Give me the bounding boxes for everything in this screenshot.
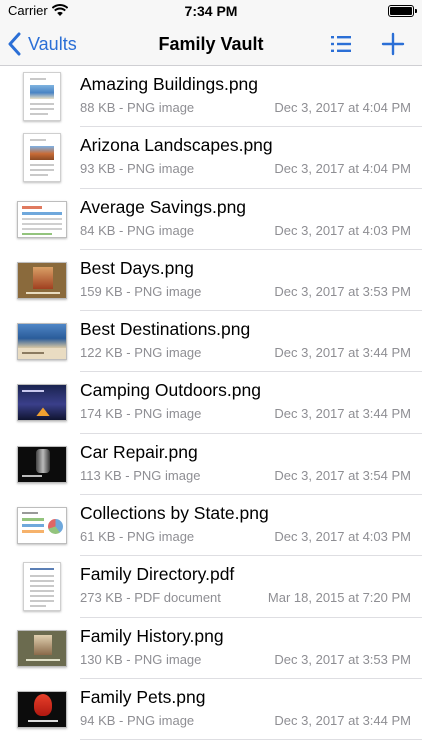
file-size-type: 84 KB - PNG image	[80, 222, 195, 238]
file-date: Dec 3, 2017 at 3:53 PM	[274, 651, 411, 667]
chart-slide-thumbnail	[16, 501, 68, 550]
file-list: Amazing Buildings.png 88 KB - PNG image …	[0, 66, 422, 750]
file-name: Amazing Buildings.png	[80, 74, 259, 94]
photo-slide-thumbnail	[16, 256, 68, 305]
pdf-document-icon	[16, 562, 68, 612]
file-row[interactable]: Best Destinations.png 122 KB - PNG image…	[0, 311, 422, 373]
document-icon	[16, 133, 68, 183]
landscape-slide-thumbnail	[16, 317, 68, 366]
file-date: Dec 3, 2017 at 4:03 PM	[274, 222, 411, 238]
file-name: Camping Outdoors.png	[80, 380, 261, 401]
file-size-type: 94 KB - PNG image	[80, 712, 195, 728]
file-row[interactable]: Car Repair.png 113 KB - PNG image Dec 3,…	[0, 434, 422, 496]
battery-icon	[388, 5, 417, 17]
file-name: Best Days.png	[80, 257, 194, 278]
list-view-icon[interactable]	[330, 33, 352, 55]
spreadsheet-thumbnail	[16, 195, 68, 244]
file-date: Dec 3, 2017 at 4:04 PM	[274, 161, 411, 177]
file-size-type: 61 KB - PNG image	[80, 529, 195, 545]
file-size-type: 113 KB - PNG image	[80, 467, 201, 483]
file-size-type: 88 KB - PNG image	[80, 100, 195, 115]
file-date: Dec 3, 2017 at 3:53 PM	[274, 283, 411, 299]
file-row[interactable]: Family Pets.png 94 KB - PNG image Dec 3,…	[0, 679, 422, 741]
file-size-type: 174 KB - PNG image	[80, 406, 202, 422]
file-name: Arizona Landscapes.png	[80, 135, 273, 156]
file-date: Dec 3, 2017 at 4:04 PM	[274, 100, 411, 115]
file-size-type: 130 KB - PNG image	[80, 651, 202, 667]
file-date: Mar 18, 2015 at 7:20 PM	[267, 590, 411, 606]
file-row[interactable]: Camping Outdoors.png 174 KB - PNG image …	[0, 372, 422, 434]
file-row[interactable]: Average Savings.png 84 KB - PNG image De…	[0, 189, 422, 250]
file-date: Dec 3, 2017 at 3:44 PM	[274, 345, 411, 361]
navigation-bar: Vaults Family Vault	[0, 22, 422, 66]
file-size-type: 159 KB - PNG image	[80, 283, 202, 299]
file-row[interactable]: Arizona Landscapes.png 93 KB - PNG image…	[0, 127, 422, 189]
dark-slide-thumbnail	[16, 440, 68, 489]
chevron-left-icon	[8, 32, 21, 56]
file-date: Dec 3, 2017 at 3:44 PM	[274, 406, 411, 422]
clock: 7:34 PM	[184, 3, 238, 19]
back-button[interactable]: Vaults	[8, 22, 77, 66]
file-row[interactable]: Best Days.png 159 KB - PNG image Dec 3, …	[0, 250, 422, 312]
file-name: Average Savings.png	[80, 196, 247, 217]
file-date: Dec 3, 2017 at 4:03 PM	[274, 529, 411, 545]
file-name: Best Destinations.png	[80, 319, 251, 340]
file-row[interactable]: Family Directory.pdf 273 KB - PDF docume…	[0, 556, 422, 618]
file-date: Dec 3, 2017 at 3:54 PM	[274, 467, 411, 483]
back-button-label: Vaults	[28, 33, 77, 54]
file-size-type: 93 KB - PNG image	[80, 161, 195, 177]
file-name: Family Pets.png	[80, 686, 206, 707]
file-size-type: 122 KB - PNG image	[80, 345, 202, 361]
file-row[interactable]: Amazing Buildings.png 88 KB - PNG image …	[0, 66, 422, 128]
file-name: Family History.png	[80, 625, 224, 646]
file-row[interactable]: Collections by State.png 61 KB - PNG ima…	[0, 495, 422, 557]
photo-slide-thumbnail	[16, 624, 68, 673]
file-row[interactable]: Family History.png 130 KB - PNG image De…	[0, 618, 422, 679]
document-icon	[16, 72, 68, 121]
file-date: Dec 3, 2017 at 3:44 PM	[274, 712, 411, 728]
file-name: Family Directory.pdf	[80, 564, 235, 585]
night-sky-thumbnail	[16, 378, 68, 427]
parrot-slide-thumbnail	[16, 685, 68, 734]
add-icon[interactable]	[381, 32, 405, 56]
file-size-type: 273 KB - PDF document	[80, 590, 221, 606]
status-bar: Carrier 7:34 PM	[0, 0, 422, 22]
file-name: Car Repair.png	[80, 441, 198, 462]
file-name: Collections by State.png	[80, 503, 269, 524]
